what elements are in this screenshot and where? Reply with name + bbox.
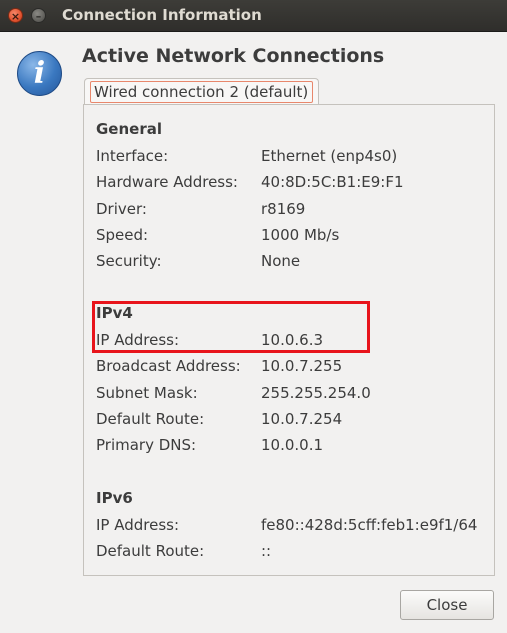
window-title: Connection Information (62, 6, 262, 24)
dialog-heading: Active Network Connections (82, 45, 385, 67)
ipv4-default-route-value: 10.0.7.254 (261, 410, 343, 428)
subnet-mask-label: Subnet Mask: (96, 384, 198, 402)
information-icon: i (17, 51, 62, 96)
window-minimize-icon[interactable]: – (31, 8, 46, 23)
security-label: Security: (96, 252, 162, 270)
primary-dns-label: Primary DNS: (96, 436, 197, 454)
subnet-mask-value: 255.255.254.0 (261, 384, 371, 402)
ipv6-address-value: fe80::428d:5cff:feb1:e9f1/64 (261, 516, 478, 534)
broadcast-address-label: Broadcast Address: (96, 357, 241, 375)
hardware-address-label: Hardware Address: (96, 173, 238, 191)
ipv6-default-route-value: :: (261, 542, 272, 560)
ipv6-address-label: IP Address: (96, 516, 180, 534)
window-close-icon[interactable]: × (8, 8, 23, 23)
primary-dns-value: 10.0.0.1 (261, 436, 324, 454)
section-title-ipv6: IPv6 (96, 489, 133, 507)
speed-label: Speed: (96, 226, 149, 244)
ipv4-highlight-box (92, 301, 370, 353)
ipv6-default-route-label: Default Route: (96, 542, 205, 560)
speed-value: 1000 Mb/s (261, 226, 340, 244)
security-value: None (261, 252, 301, 270)
close-button[interactable]: Close (400, 590, 494, 620)
tab-label: Wired connection 2 (default) (90, 81, 313, 103)
interface-label: Interface: (96, 147, 169, 165)
broadcast-address-value: 10.0.7.255 (261, 357, 343, 375)
hardware-address-value: 40:8D:5C:B1:E9:F1 (261, 173, 404, 191)
driver-value: r8169 (261, 200, 306, 218)
title-bar: × – Connection Information (0, 0, 507, 32)
interface-value: Ethernet (enp4s0) (261, 147, 398, 165)
driver-label: Driver: (96, 200, 147, 218)
tab-wired-connection[interactable]: Wired connection 2 (default) (84, 78, 319, 105)
section-title-general: General (96, 120, 162, 138)
ipv4-default-route-label: Default Route: (96, 410, 205, 428)
